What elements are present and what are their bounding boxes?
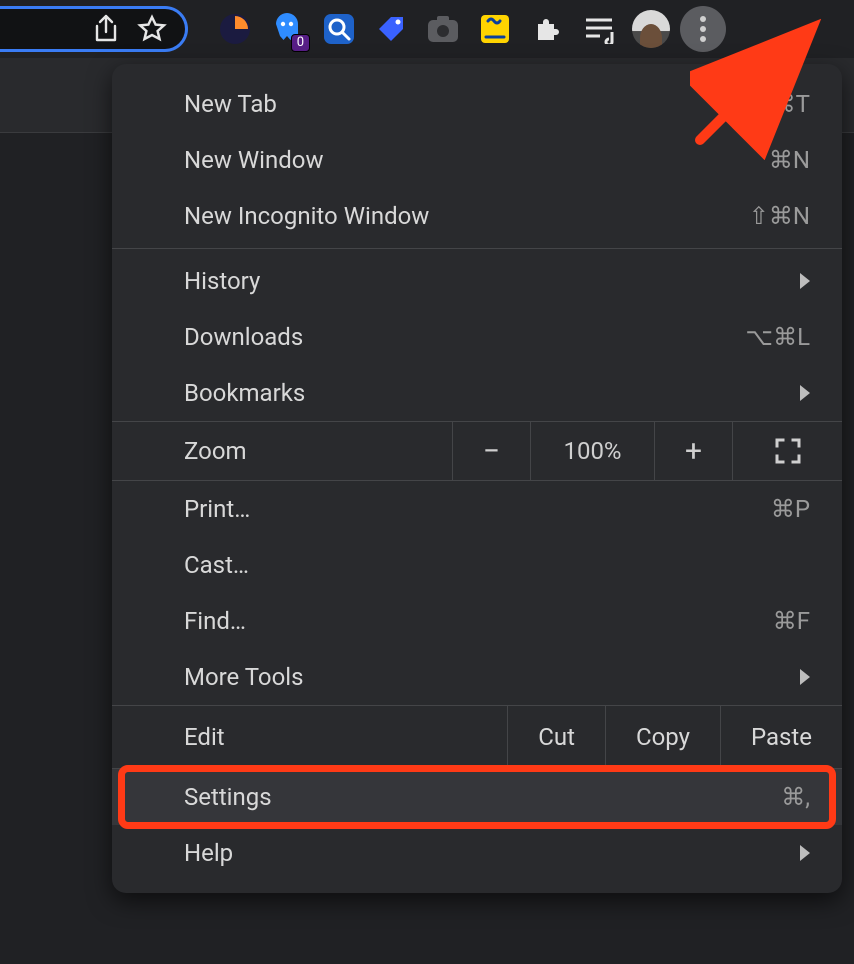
extension-camera-icon[interactable] xyxy=(418,4,468,54)
menu-shortcut: ⇧⌘N xyxy=(749,202,810,230)
menu-zoom-row: Zoom − 100% + xyxy=(112,421,842,481)
menu-shortcut: ⌘F xyxy=(773,607,810,635)
menu-label: Downloads xyxy=(184,323,303,351)
extension-search-icon[interactable] xyxy=(314,4,364,54)
menu-separator xyxy=(112,248,842,249)
menu-new-tab[interactable]: New Tab ⌘T xyxy=(112,76,842,132)
menu-new-window[interactable]: New Window ⌘N xyxy=(112,132,842,188)
edit-paste-button[interactable]: Paste xyxy=(720,706,842,768)
menu-print[interactable]: Print… ⌘P xyxy=(112,481,842,537)
menu-help[interactable]: Help xyxy=(112,825,842,881)
avatar-image xyxy=(632,10,670,48)
chevron-right-icon xyxy=(800,845,810,861)
menu-label: New Incognito Window xyxy=(184,202,429,230)
menu-label: New Tab xyxy=(184,90,277,118)
menu-bookmarks[interactable]: Bookmarks xyxy=(112,365,842,421)
star-icon[interactable] xyxy=(137,14,167,44)
extension-similarweb-icon[interactable] xyxy=(210,4,260,54)
menu-label: New Window xyxy=(184,146,323,174)
fullscreen-icon xyxy=(774,437,802,465)
menu-shortcut: ⌥⌘L xyxy=(745,323,810,351)
zoom-level: 100% xyxy=(530,422,654,480)
share-icon[interactable] xyxy=(93,14,119,44)
menu-shortcut: ⌘N xyxy=(769,146,810,174)
chevron-right-icon xyxy=(800,273,810,289)
chevron-right-icon xyxy=(800,669,810,685)
omnibox-right-cap xyxy=(0,6,188,52)
extension-ghost-icon[interactable]: 0 xyxy=(262,4,312,54)
menu-shortcut: ⌘, xyxy=(781,783,810,811)
kebab-icon xyxy=(680,6,726,52)
menu-shortcut: ⌘T xyxy=(772,90,810,118)
menu-label: More Tools xyxy=(184,663,304,691)
menu-cast[interactable]: Cast… xyxy=(112,537,842,593)
menu-edit-label: Edit xyxy=(112,706,507,768)
extension-notes-icon[interactable] xyxy=(470,4,520,54)
fullscreen-button[interactable] xyxy=(732,422,842,480)
menu-downloads[interactable]: Downloads ⌥⌘L xyxy=(112,309,842,365)
extension-tag-icon[interactable] xyxy=(366,4,416,54)
more-menu-button[interactable] xyxy=(678,4,728,54)
zoom-in-button[interactable]: + xyxy=(654,422,732,480)
menu-label: Cast… xyxy=(184,551,249,579)
media-playlist-icon[interactable] xyxy=(574,4,624,54)
menu-settings[interactable]: Settings ⌘, xyxy=(112,769,842,825)
menu-label: Settings xyxy=(184,783,272,811)
menu-history[interactable]: History xyxy=(112,253,842,309)
menu-shortcut: ⌘P xyxy=(771,495,810,523)
chevron-right-icon xyxy=(800,385,810,401)
menu-more-tools[interactable]: More Tools xyxy=(112,649,842,705)
edit-cut-button[interactable]: Cut xyxy=(507,706,605,768)
profile-avatar[interactable] xyxy=(626,4,676,54)
menu-label: History xyxy=(184,267,260,295)
menu-find[interactable]: Find… ⌘F xyxy=(112,593,842,649)
zoom-out-button[interactable]: − xyxy=(452,422,530,480)
menu-edit-row: Edit Cut Copy Paste xyxy=(112,705,842,769)
menu-new-incognito[interactable]: New Incognito Window ⇧⌘N xyxy=(112,188,842,244)
menu-label: Bookmarks xyxy=(184,379,305,407)
edit-copy-button[interactable]: Copy xyxy=(605,706,720,768)
chrome-main-menu: New Tab ⌘T New Window ⌘N New Incognito W… xyxy=(112,64,842,893)
extension-badge: 0 xyxy=(291,34,310,52)
extensions-puzzle-icon[interactable] xyxy=(522,4,572,54)
browser-toolbar: 0 xyxy=(0,0,854,58)
menu-label: Find… xyxy=(184,607,246,635)
menu-label: Help xyxy=(184,839,233,867)
menu-label: Print… xyxy=(184,495,250,523)
menu-zoom-label: Zoom xyxy=(112,422,452,480)
